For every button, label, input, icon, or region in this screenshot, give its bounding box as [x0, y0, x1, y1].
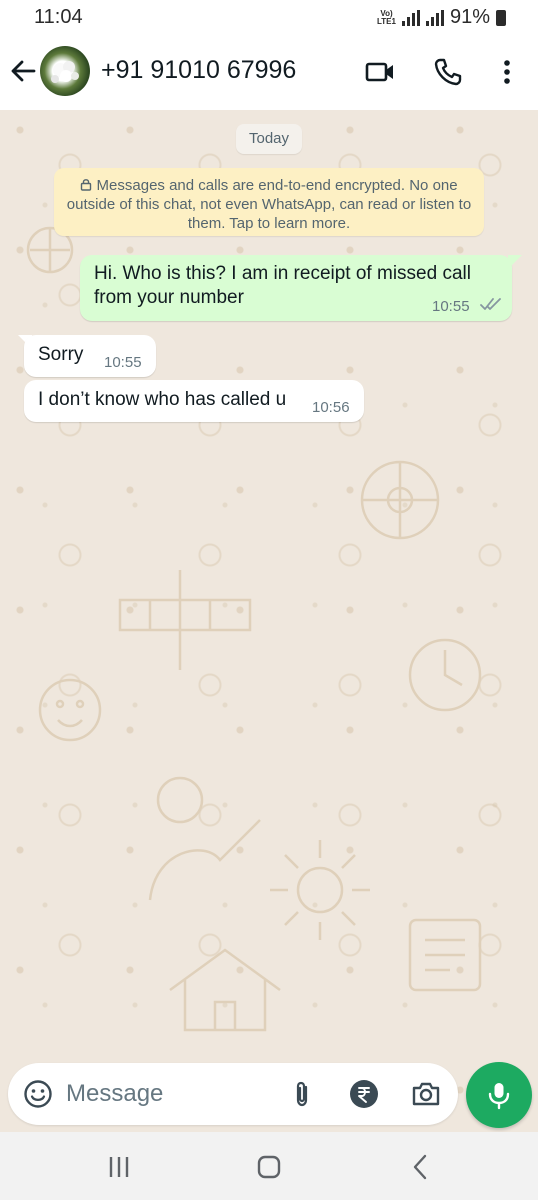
doodle-decoration: [118, 570, 252, 670]
status-time: 11:04: [34, 6, 83, 28]
outgoing-message[interactable]: Hi. Who is this? I am in receipt of miss…: [80, 255, 512, 321]
recent-apps-icon[interactable]: [102, 1150, 136, 1184]
doodle-decoration: [360, 460, 440, 540]
mic-button[interactable]: [466, 1062, 532, 1128]
status-indicators: Vo) LTE1 91%: [377, 6, 506, 29]
more-vert-icon[interactable]: [491, 56, 523, 88]
message-time: 10:55: [104, 354, 142, 371]
back-nav-icon[interactable]: [404, 1150, 438, 1184]
message-time: 10:55: [432, 298, 470, 315]
message-composer: [8, 1063, 458, 1125]
contact-name[interactable]: +91 91010 67996: [101, 56, 296, 85]
doodle-decoration: [169, 948, 281, 1032]
volte-indicator: Vo) LTE1: [377, 8, 396, 26]
battery-icon: [496, 9, 506, 26]
phone-call-icon[interactable]: [432, 56, 464, 88]
chat-area[interactable]: Today Messages and calls are end-to-end …: [0, 110, 538, 1132]
doodle-decoration: [270, 840, 370, 940]
message-text: Sorry: [38, 344, 84, 365]
encryption-notice-text: Messages and calls are end-to-end encryp…: [66, 177, 472, 232]
message-input[interactable]: [66, 1075, 276, 1113]
attach-icon[interactable]: [286, 1078, 318, 1110]
home-icon[interactable]: [252, 1150, 286, 1184]
lock-icon: [81, 179, 92, 191]
date-chip: Today: [236, 124, 302, 154]
rupee-payment-icon[interactable]: [348, 1078, 380, 1110]
read-ticks-icon: [480, 298, 501, 310]
avatar[interactable]: [40, 46, 90, 96]
message-text: I don’t know who has called u: [38, 389, 287, 410]
emoji-icon[interactable]: [22, 1078, 54, 1110]
chat-header: +91 91010 67996: [0, 34, 538, 110]
encryption-notice[interactable]: Messages and calls are end-to-end encryp…: [54, 168, 484, 236]
incoming-message[interactable]: I don’t know who has called u 10:56: [24, 380, 364, 422]
system-nav-bar: [0, 1132, 538, 1200]
doodle-decoration: [38, 678, 102, 742]
signal-icon: [401, 9, 420, 26]
message-time: 10:56: [312, 399, 350, 416]
status-bar: 11:04 Vo) LTE1 91%: [0, 0, 538, 34]
back-arrow-icon[interactable]: [8, 56, 38, 86]
bubble-tail: [508, 255, 522, 269]
video-call-icon[interactable]: [364, 56, 396, 88]
camera-icon[interactable]: [410, 1078, 442, 1110]
doodle-decoration: [408, 918, 482, 992]
incoming-message[interactable]: Sorry 10:55: [24, 335, 156, 377]
doodle-decoration: [408, 638, 482, 712]
mic-icon: [488, 1083, 510, 1110]
battery-percent: 91%: [449, 6, 490, 28]
signal-icon-2: [425, 9, 444, 26]
